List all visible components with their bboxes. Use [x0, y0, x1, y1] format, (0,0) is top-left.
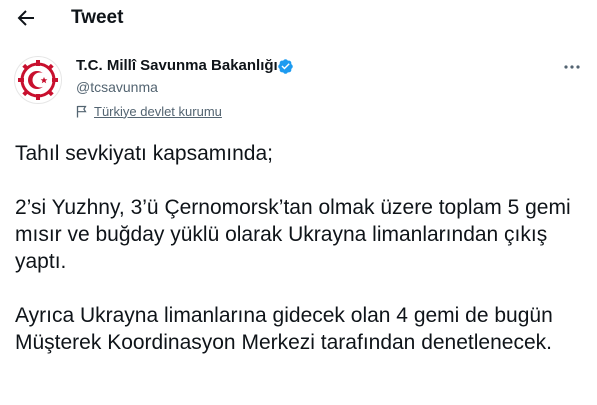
- more-button[interactable]: [560, 58, 584, 76]
- ministry-logo: [18, 60, 58, 100]
- tweet-header: Tweet: [0, 0, 597, 36]
- user-handle[interactable]: @tcsavunma: [76, 78, 158, 96]
- arrow-left-icon: [17, 10, 34, 26]
- back-button[interactable]: [14, 6, 38, 30]
- flag-icon: [76, 105, 87, 117]
- tweet-text: Tahıl sevkiyatı kapsamında; 2’si Yuzhny,…: [15, 140, 590, 356]
- tweet-paragraph: 2’si Yuzhny, 3’ü Çernomorsk’tan olmak üz…: [15, 196, 571, 273]
- more-horizontal-icon: [564, 65, 580, 69]
- label-link[interactable]: Türkiye devlet kurumu: [94, 104, 222, 119]
- avatar[interactable]: [14, 56, 62, 104]
- display-name[interactable]: T.C. Millî Savunma Bakanlığı: [76, 56, 278, 76]
- tweet-paragraph: Ayrıca Ukrayna limanlarına gidecek olan …: [15, 304, 553, 354]
- verified-badge-icon: [278, 59, 293, 74]
- page-title: Tweet: [71, 7, 124, 28]
- government-label: Türkiye devlet kurumu: [76, 102, 222, 120]
- tweet-paragraph: Tahıl sevkiyatı kapsamında;: [15, 142, 273, 165]
